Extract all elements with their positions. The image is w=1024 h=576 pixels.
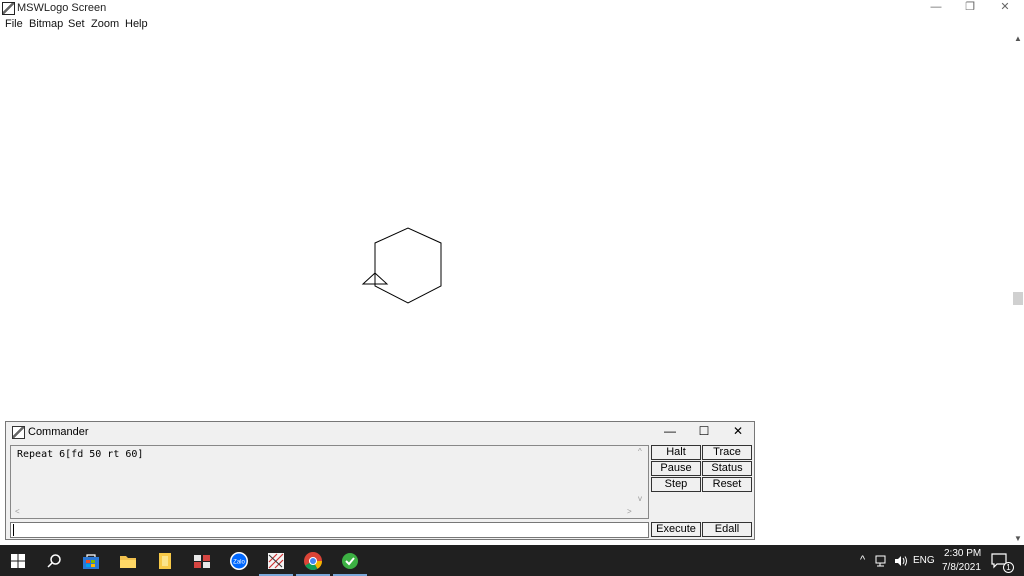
- menu-file[interactable]: File: [5, 18, 23, 30]
- menu-bar: File Bitmap Set Zoom Help: [0, 17, 1024, 32]
- execute-button[interactable]: Execute: [651, 522, 701, 537]
- notification-badge: 1: [1003, 562, 1014, 573]
- menu-help[interactable]: Help: [125, 18, 148, 30]
- edall-button[interactable]: Edall: [702, 522, 752, 537]
- windows-taskbar: Zalo ^ ENG 2:30 PM 7/8/2021 1: [0, 545, 1024, 576]
- history-line[interactable]: Repeat 6[fd 50 rt 60]: [17, 449, 143, 460]
- search-icon[interactable]: [43, 550, 65, 572]
- commander-window: Commander — ☐ ✕ Repeat 6[fd 50 rt 60] ^ …: [5, 421, 755, 540]
- history-scroll-down-icon[interactable]: v: [638, 494, 642, 503]
- pause-button[interactable]: Pause: [651, 461, 701, 476]
- scroll-down-arrow-icon[interactable]: ▼: [1014, 534, 1022, 544]
- commander-minimize-button[interactable]: —: [660, 424, 680, 438]
- history-vertical-scrollbar[interactable]: ^ v: [636, 446, 648, 508]
- menu-set[interactable]: Set: [68, 18, 85, 30]
- window-titlebar[interactable]: MSWLogo Screen — ❐ ✕: [0, 0, 1024, 17]
- volume-icon[interactable]: [893, 555, 909, 567]
- command-history-box[interactable]: Repeat 6[fd 50 rt 60] ^ v < >: [10, 445, 649, 519]
- network-icon[interactable]: [875, 555, 889, 567]
- clock-date[interactable]: 7/8/2021: [942, 562, 981, 573]
- text-caret: [13, 524, 14, 536]
- scroll-up-arrow-icon[interactable]: ▲: [1014, 34, 1022, 44]
- scroll-thumb[interactable]: [1013, 292, 1023, 305]
- history-horizontal-scrollbar[interactable]: < >: [11, 507, 637, 518]
- evkey-icon[interactable]: [339, 550, 361, 572]
- zalo-icon[interactable]: Zalo: [228, 550, 250, 572]
- menu-zoom[interactable]: Zoom: [91, 18, 119, 30]
- clock-time[interactable]: 2:30 PM: [944, 548, 981, 559]
- tray-chevron-icon[interactable]: ^: [860, 554, 865, 566]
- file-explorer-icon[interactable]: [117, 550, 139, 572]
- history-scroll-left-icon[interactable]: <: [15, 507, 20, 516]
- hexagon-shape: [374, 227, 442, 304]
- minimize-button[interactable]: —: [920, 0, 952, 17]
- canvas-vertical-scrollbar[interactable]: ▲ ▼: [1012, 32, 1024, 545]
- commander-maximize-button[interactable]: ☐: [694, 424, 714, 438]
- reset-button[interactable]: Reset: [702, 477, 752, 492]
- svg-text:Zalo: Zalo: [233, 560, 245, 566]
- store-icon[interactable]: [80, 550, 102, 572]
- restore-button[interactable]: ❐: [954, 0, 986, 17]
- windows-start-icon[interactable]: [7, 550, 29, 572]
- snipping-tool-icon[interactable]: [191, 550, 213, 572]
- trace-button[interactable]: Trace: [702, 445, 752, 460]
- chrome-icon[interactable]: [302, 550, 324, 572]
- window-title: MSWLogo Screen: [17, 2, 107, 14]
- status-button[interactable]: Status: [702, 461, 752, 476]
- command-input[interactable]: [10, 522, 649, 538]
- commander-app-icon: [12, 426, 25, 439]
- language-indicator[interactable]: ENG: [913, 555, 935, 566]
- commander-title: Commander: [28, 426, 89, 438]
- menu-bitmap[interactable]: Bitmap: [29, 18, 63, 30]
- halt-button[interactable]: Halt: [651, 445, 701, 460]
- history-scroll-right-icon[interactable]: >: [627, 507, 632, 516]
- mswlogo-icon[interactable]: [265, 550, 287, 572]
- mswlogo-app-icon: [2, 2, 15, 15]
- sticky-notes-icon[interactable]: [154, 550, 176, 572]
- history-scroll-up-icon[interactable]: ^: [638, 447, 642, 456]
- step-button[interactable]: Step: [651, 477, 701, 492]
- commander-close-button[interactable]: ✕: [728, 424, 748, 438]
- close-button[interactable]: ✕: [989, 0, 1021, 17]
